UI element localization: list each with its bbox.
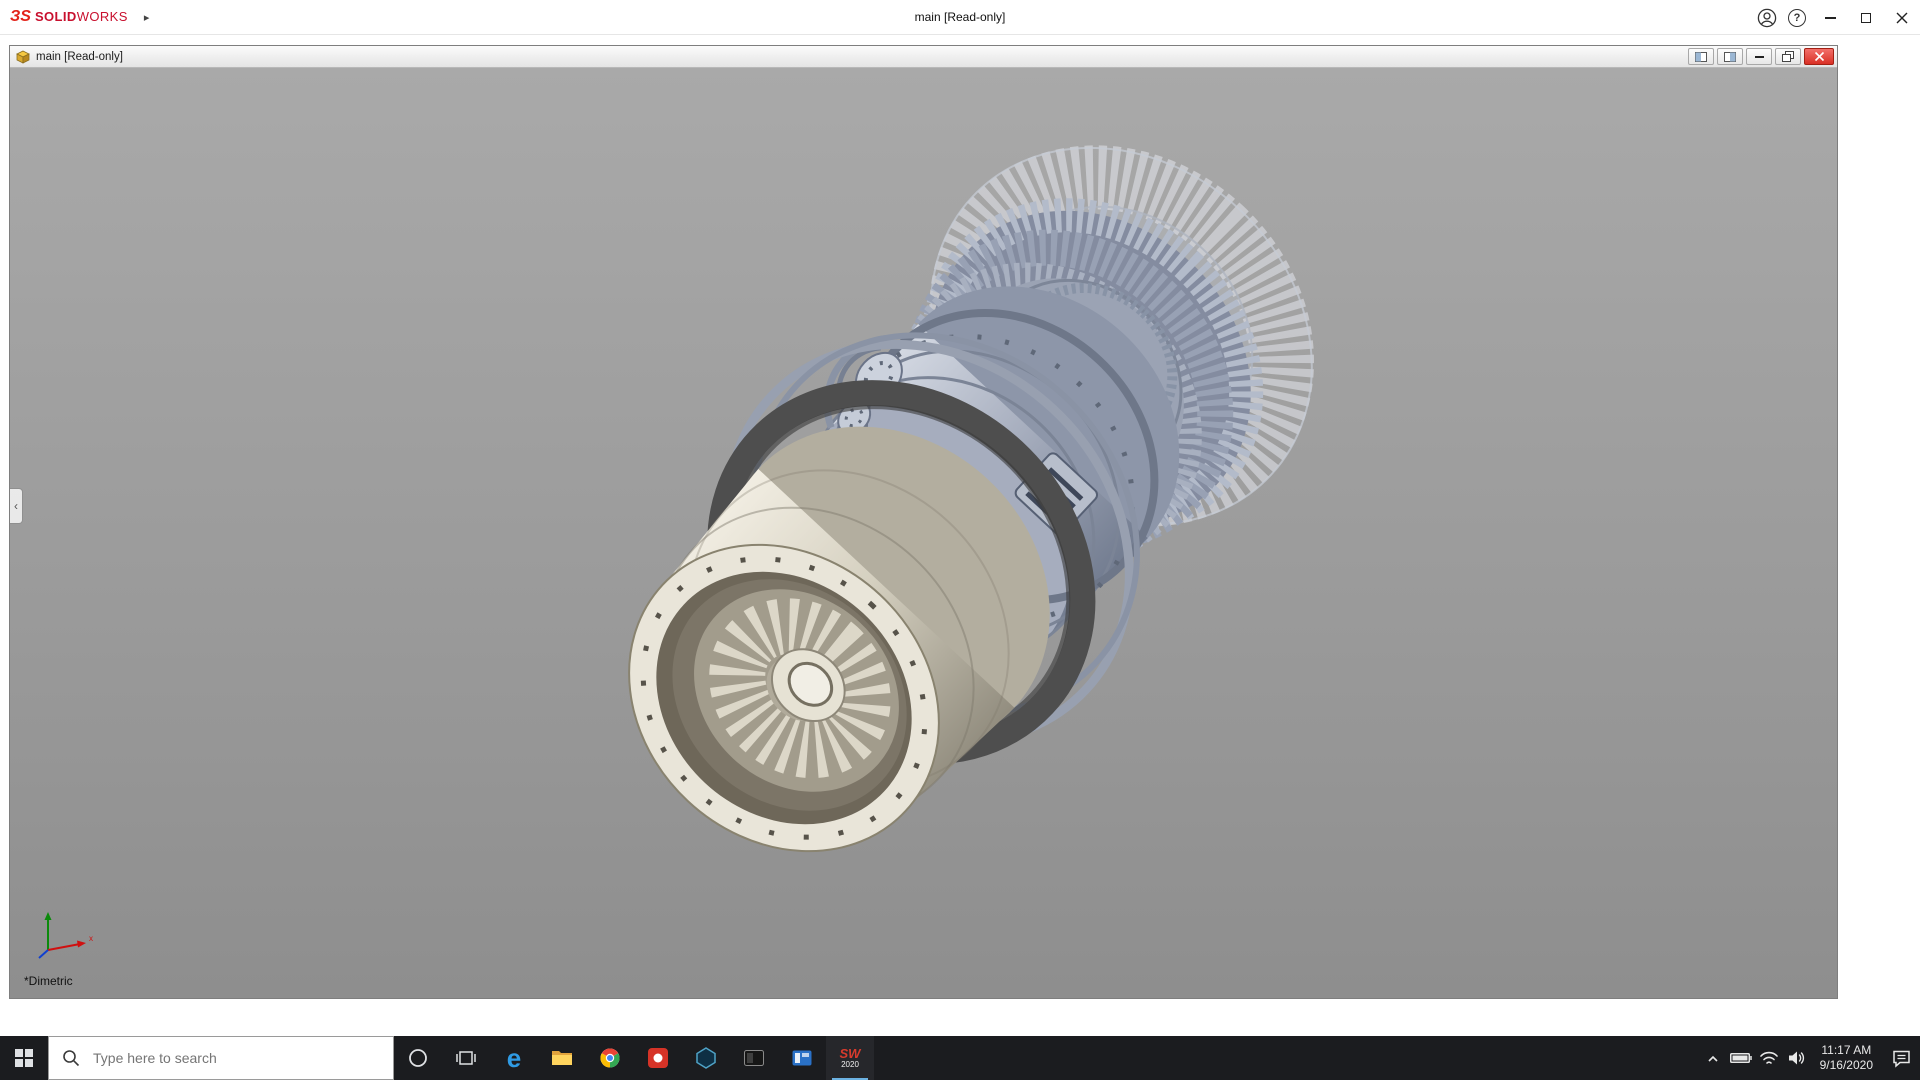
triad-x-label: x: [89, 934, 93, 943]
help-button[interactable]: ?: [1782, 0, 1812, 35]
view-orientation-label: *Dimetric: [24, 974, 73, 988]
turbine-engine-model: [10, 68, 1837, 998]
brand-text-solid: SOLID: [35, 9, 77, 24]
brand-text-works: WORKS: [77, 9, 128, 24]
solidworks-app: ЗS SOLID WORKS ▸ main [Read-only] ?: [0, 0, 1920, 1080]
doc-restore-button[interactable]: [1775, 48, 1801, 65]
document-window-controls: [1688, 48, 1834, 65]
speaker-icon: [1788, 1050, 1806, 1066]
tile-left-button[interactable]: [1688, 48, 1714, 65]
window-pane-right-icon: [1724, 52, 1736, 62]
app-icon-blue-window: [792, 1048, 812, 1068]
doc-close-button[interactable]: [1804, 48, 1834, 65]
battery-button[interactable]: [1727, 1036, 1755, 1080]
doc-minimize-icon: [1755, 56, 1764, 58]
file-explorer-icon: [551, 1049, 573, 1067]
search-input[interactable]: [49, 1037, 393, 1079]
help-glyph: ?: [1794, 12, 1801, 24]
solidworks-logo: ЗS SOLID WORKS: [0, 8, 128, 26]
solidworks-taskbar-button[interactable]: SW 2020: [826, 1036, 874, 1080]
action-center-button[interactable]: [1882, 1036, 1920, 1080]
search-icon: [61, 1048, 81, 1068]
feature-panel-collapse-tab[interactable]: ‹: [10, 488, 23, 524]
minimize-button[interactable]: [1812, 0, 1848, 35]
document-title: main [Read-only]: [36, 51, 123, 63]
solidworks-logo-icon: ЗS: [10, 8, 31, 26]
edge-icon: e: [507, 1045, 521, 1071]
window-pane-left-icon: [1695, 52, 1707, 62]
app-title-bar: ЗS SOLID WORKS ▸ main [Read-only] ?: [0, 0, 1920, 35]
system-tray: 11:17 AM 9/16/2020: [1699, 1036, 1920, 1080]
person-icon: [1757, 8, 1777, 28]
network-button[interactable]: [1755, 1036, 1783, 1080]
clock-date: 9/16/2020: [1820, 1058, 1873, 1073]
taskbar-clock[interactable]: 11:17 AM 9/16/2020: [1811, 1043, 1882, 1073]
help-icon: ?: [1788, 9, 1806, 27]
close-icon: [1896, 12, 1908, 24]
chevron-left-icon: ‹: [14, 499, 18, 513]
solidworks-taskbar-icon: SW: [840, 1047, 861, 1060]
app-button-dark-window[interactable]: [730, 1036, 778, 1080]
volume-button[interactable]: [1783, 1036, 1811, 1080]
taskbar-search: [48, 1036, 394, 1080]
tray-expand-button[interactable]: [1699, 1036, 1727, 1080]
chrome-icon: [600, 1048, 620, 1068]
app-button-hexagon[interactable]: [682, 1036, 730, 1080]
edge-button[interactable]: e: [490, 1036, 538, 1080]
graphics-viewport[interactable]: x *Dimetric ‹: [10, 68, 1837, 998]
task-view-icon: [456, 1049, 476, 1067]
minimize-icon: [1825, 17, 1836, 19]
action-center-icon: [1892, 1049, 1911, 1068]
file-explorer-button[interactable]: [538, 1036, 586, 1080]
maximize-icon: [1861, 13, 1871, 23]
windows-logo-icon: [15, 1049, 33, 1067]
app-title: main [Read-only]: [915, 10, 1006, 24]
app-icon-hexagon: [696, 1047, 716, 1069]
battery-icon: [1730, 1052, 1752, 1064]
document-title-bar: main [Read-only]: [10, 46, 1837, 68]
cortana-button[interactable]: [394, 1036, 442, 1080]
app-button-red[interactable]: [634, 1036, 682, 1080]
doc-minimize-button[interactable]: [1746, 48, 1772, 65]
chrome-button[interactable]: [586, 1036, 634, 1080]
windows-taskbar: e: [0, 1036, 1920, 1080]
tile-right-button[interactable]: [1717, 48, 1743, 65]
wifi-icon: [1759, 1050, 1779, 1066]
start-button[interactable]: [0, 1036, 48, 1080]
task-view-button[interactable]: [442, 1036, 490, 1080]
app-window-controls: ?: [1752, 0, 1920, 35]
doc-close-icon: [1814, 51, 1825, 62]
clock-time: 11:17 AM: [1821, 1043, 1871, 1058]
solidworks-version-label: 2020: [841, 1060, 859, 1069]
chevron-up-icon: [1707, 1054, 1719, 1063]
document-window: main [Read-only]: [9, 45, 1838, 999]
cortana-icon: [408, 1048, 428, 1068]
user-account-button[interactable]: [1752, 0, 1782, 35]
part-cube-icon: [16, 50, 30, 64]
maximize-button[interactable]: [1848, 0, 1884, 35]
app-button-blue-window[interactable]: [778, 1036, 826, 1080]
doc-restore-icon: [1782, 51, 1794, 62]
app-icon-dark-window: [744, 1048, 764, 1068]
app-icon-red: [648, 1048, 668, 1068]
menu-flyout-arrow-icon[interactable]: ▸: [144, 11, 150, 24]
orientation-triad[interactable]: x: [36, 906, 100, 964]
close-button[interactable]: [1884, 0, 1920, 35]
